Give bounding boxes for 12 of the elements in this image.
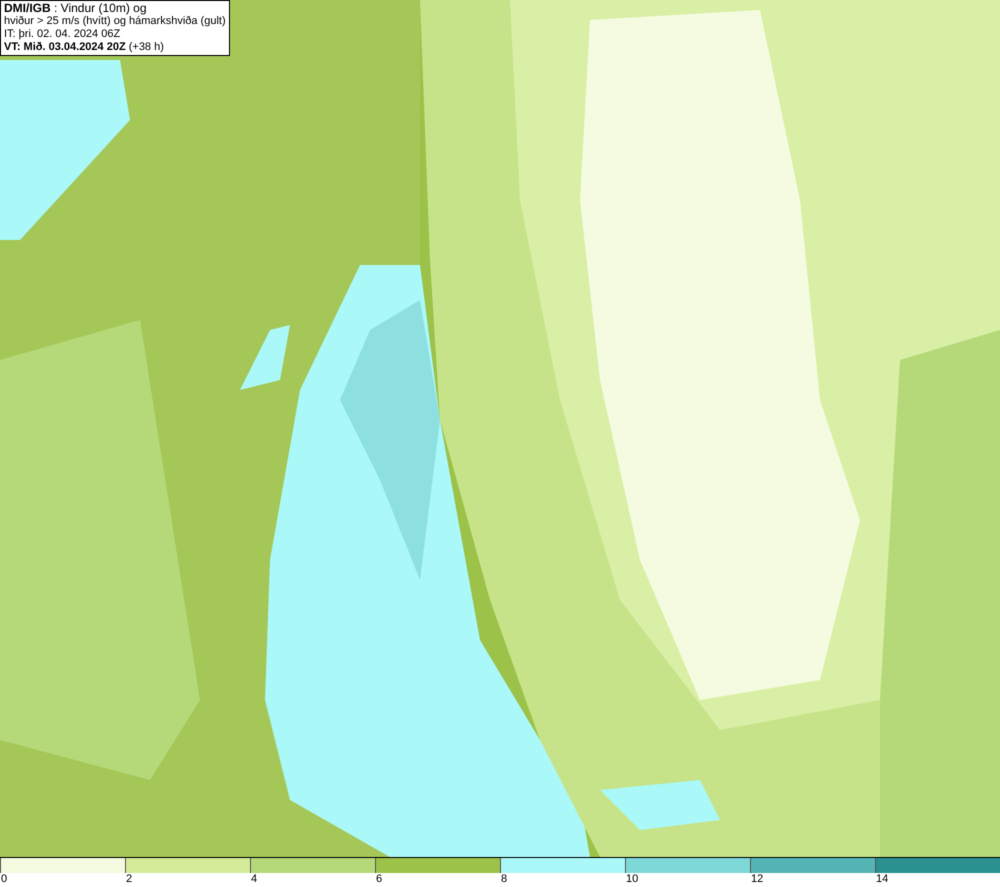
info-text: VT: Mið. 03.04.2024 20Z (+38 h) bbox=[4, 41, 165, 54]
info-text: DMI/IGB : Vindur (10m) og bbox=[4, 2, 148, 15]
legend-label: 6 bbox=[375, 873, 382, 886]
info-text: hviður > 25 m/s (hvítt) og hámarkshviða (gult) bbox=[4, 15, 226, 28]
legend-label: 2 bbox=[125, 873, 132, 886]
legend-label: 14 bbox=[875, 873, 888, 886]
legend-label: 8 bbox=[500, 873, 508, 886]
legend-label: 10 bbox=[625, 873, 638, 886]
legend-label: 12 bbox=[750, 873, 764, 886]
info-text: IT: þri. 02. 04. 2024 06Z bbox=[4, 28, 122, 41]
legend-label: 4 bbox=[250, 873, 258, 886]
legend-label: 0 bbox=[0, 873, 8, 886]
